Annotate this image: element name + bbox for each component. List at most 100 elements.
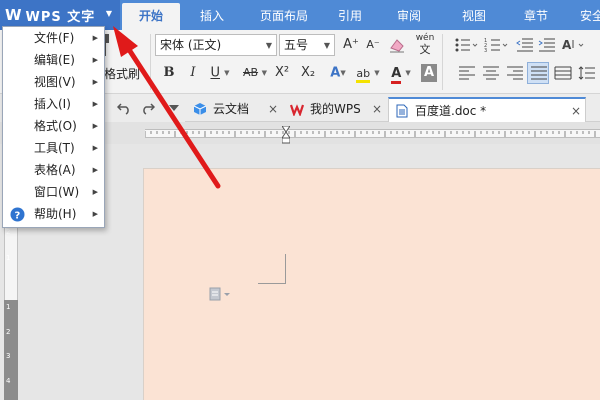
- menu-item-window[interactable]: 窗口(W) ▶: [3, 181, 104, 203]
- menu-item-view[interactable]: 视图(V) ▶: [3, 71, 104, 93]
- doc-tab-active[interactable]: 百度道.doc * ×: [388, 97, 586, 122]
- justify-button-selected[interactable]: [527, 62, 549, 84]
- menu-item-label: 帮助(H): [34, 207, 77, 221]
- doc-tab-label: 我的WPS: [310, 102, 361, 116]
- chevron-down-icon: ▼: [374, 69, 380, 77]
- tab-page-layout[interactable]: 页面布局: [248, 0, 320, 30]
- svg-text:?: ?: [15, 211, 21, 222]
- ribbon-separator: [150, 34, 151, 90]
- decrease-indent-icon[interactable]: [516, 36, 534, 54]
- format-painter-label[interactable]: 格式刷: [104, 65, 140, 82]
- menu-item-label: 编辑(E): [34, 53, 75, 67]
- customize-toolbar-icon[interactable]: [169, 104, 179, 112]
- paste-options-icon[interactable]: [209, 287, 233, 301]
- strikethrough-button[interactable]: AB ▼: [239, 62, 271, 84]
- cloud-doc-icon: [193, 103, 207, 115]
- submenu-arrow-icon: ▶: [92, 78, 98, 86]
- highlight-letters: ab: [356, 66, 371, 83]
- tab-view[interactable]: 视图: [450, 0, 498, 30]
- chevron-down-icon: ▼: [265, 41, 272, 50]
- doc-file-icon: [396, 104, 408, 118]
- menu-item-label: 文件(F): [34, 31, 75, 45]
- submenu-arrow-icon: ▶: [92, 34, 98, 42]
- submenu-arrow-icon: ▶: [92, 122, 98, 130]
- close-icon[interactable]: ×: [571, 99, 581, 124]
- close-icon[interactable]: ×: [372, 97, 382, 122]
- vertical-ruler-number: 1: [6, 303, 11, 311]
- shrink-font-button[interactable]: A⁻: [363, 34, 383, 56]
- underline-button[interactable]: U ▼: [205, 62, 235, 84]
- font-size-value: 五号: [284, 38, 309, 52]
- document-tab-bar: 云文档 × 我的WPS × 百度道.doc * ×: [185, 94, 600, 122]
- menu-item-edit[interactable]: 编辑(E) ▶: [3, 49, 104, 71]
- bold-button[interactable]: B: [160, 62, 178, 84]
- font-color-letter: A: [391, 65, 402, 84]
- highlight-button[interactable]: ab ▼: [354, 62, 382, 84]
- subscript-button[interactable]: X₂: [298, 62, 318, 84]
- font-size-select[interactable]: 五号 ▼: [279, 34, 335, 56]
- tab-references[interactable]: 引用: [326, 0, 374, 30]
- menu-item-file[interactable]: 文件(F) ▶: [3, 27, 104, 49]
- tab-home[interactable]: 开始: [122, 3, 180, 30]
- ruler-ticks: [145, 131, 596, 137]
- submenu-arrow-icon: ▶: [92, 210, 98, 218]
- app-title: WPS 文字: [25, 9, 96, 25]
- app-dropdown-menu: 文件(F) ▶ 编辑(E) ▶ 视图(V) ▶ 插入(I) ▶ 格式(O) ▶ …: [2, 26, 105, 228]
- doc-tab-label: 云文档: [213, 102, 250, 116]
- doc-tab-label: 百度道.doc *: [415, 104, 487, 118]
- menu-item-label: 格式(O): [34, 119, 77, 133]
- align-right-icon[interactable]: [506, 66, 524, 80]
- close-icon[interactable]: ×: [268, 97, 278, 122]
- menu-item-insert[interactable]: 插入(I) ▶: [3, 93, 104, 115]
- margin-corner-mark: [258, 254, 286, 284]
- chinese-layout-icon[interactable]: A: [562, 36, 588, 54]
- character-shading-button[interactable]: A: [421, 64, 437, 82]
- font-name-select[interactable]: 宋体 (正文) ▼: [155, 34, 277, 56]
- submenu-arrow-icon: ▶: [92, 56, 98, 64]
- redo-icon[interactable]: [141, 101, 155, 115]
- submenu-arrow-icon: ▶: [92, 144, 98, 152]
- italic-button[interactable]: I: [184, 62, 202, 84]
- submenu-arrow-icon: ▶: [92, 188, 98, 196]
- menu-item-tools[interactable]: 工具(T) ▶: [3, 137, 104, 159]
- quick-access-toolbar: [105, 94, 185, 122]
- undo-icon[interactable]: [117, 101, 131, 115]
- wps-logo-icon: [290, 104, 304, 116]
- numbered-list-icon[interactable]: 123: [484, 36, 510, 54]
- chevron-down-icon: ▼: [224, 69, 230, 77]
- vertical-ruler-number: 1: [6, 254, 11, 262]
- vertical-ruler-number: 3: [6, 352, 11, 360]
- menu-item-format[interactable]: 格式(O) ▶: [3, 115, 104, 137]
- increase-indent-icon[interactable]: [538, 36, 556, 54]
- tab-chapter[interactable]: 章节: [512, 0, 560, 30]
- align-center-icon[interactable]: [482, 66, 500, 80]
- phonetic-guide-button[interactable]: wén 文: [412, 32, 438, 56]
- font-name-value: 宋体 (正文): [160, 38, 222, 52]
- chevron-down-icon: ▼: [405, 69, 411, 77]
- superscript-button[interactable]: X²: [272, 62, 292, 84]
- doc-tab-cloud[interactable]: 云文档 ×: [187, 97, 282, 122]
- align-left-icon[interactable]: [458, 66, 476, 80]
- doc-tab-my-wps[interactable]: 我的WPS ×: [284, 97, 386, 122]
- strikethrough-letters: AB: [243, 66, 259, 79]
- document-page[interactable]: [143, 168, 600, 400]
- clear-format-icon[interactable]: [388, 36, 406, 54]
- menu-item-help[interactable]: ? 帮助(H) ▶: [3, 203, 104, 225]
- chevron-down-icon: ▼: [261, 69, 267, 77]
- underline-letter: U: [210, 65, 220, 81]
- vertical-ruler-number: 2: [6, 328, 11, 336]
- menu-item-label: 工具(T): [34, 141, 75, 155]
- font-color-button[interactable]: A ▼: [387, 62, 415, 84]
- vertical-ruler-margin-bottom: [4, 300, 18, 400]
- tab-insert[interactable]: 插入: [186, 0, 238, 30]
- tab-security[interactable]: 安全: [572, 0, 600, 30]
- bullet-list-icon[interactable]: [454, 36, 480, 54]
- distributed-align-icon[interactable]: [554, 66, 572, 80]
- menu-item-table[interactable]: 表格(A) ▶: [3, 159, 104, 181]
- tab-review[interactable]: 审阅: [385, 0, 433, 30]
- text-effect-button[interactable]: A▼: [326, 62, 350, 84]
- chevron-down-icon: ▼: [105, 9, 112, 18]
- line-spacing-icon[interactable]: [578, 66, 596, 80]
- grow-font-button[interactable]: A⁺: [341, 34, 361, 56]
- indent-marker-icon[interactable]: [282, 126, 290, 144]
